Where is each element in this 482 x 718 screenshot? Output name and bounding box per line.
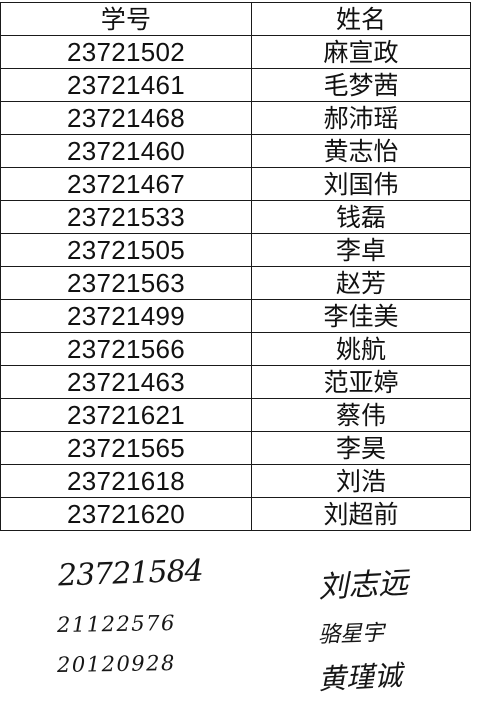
header-name: 姓名 [251,2,471,36]
student-name-cell: 刘国伟 [251,167,471,201]
table-row: 23721461 毛梦茜 [0,68,471,102]
header-student-id: 学号 [0,2,252,36]
student-id-cell: 23721620 [0,497,252,531]
student-roster-table: 学号 姓名 23721502 麻宣政 23721461 毛梦茜 23721468… [0,2,471,531]
handwritten-name: 骆星宇 [317,620,385,649]
student-name-cell: 钱磊 [251,200,471,234]
table-row: 23721502 麻宣政 [0,35,471,69]
student-name-cell: 李卓 [251,233,471,267]
handwritten-name: 刘志远 [317,565,410,606]
table-row: 23721505 李卓 [0,233,471,267]
table-row: 23721618 刘浩 [0,464,471,498]
roster-page: 学号 姓名 23721502 麻宣政 23721461 毛梦茜 23721468… [0,0,482,718]
student-id-cell: 23721565 [0,431,252,465]
table-header-row: 学号 姓名 [0,2,471,36]
student-name-cell: 范亚婷 [251,365,471,399]
student-name-cell: 郝沛瑶 [251,101,471,135]
student-id-cell: 23721502 [0,35,252,69]
student-name-cell: 李昊 [251,431,471,465]
student-name-cell: 李佳美 [251,299,471,333]
student-id-cell: 23721533 [0,200,252,234]
student-name-cell: 蔡伟 [251,398,471,432]
student-id-cell: 23721621 [0,398,252,432]
student-id-cell: 23721566 [0,332,252,366]
student-name-cell: 麻宣政 [251,35,471,69]
table-row: 23721566 姚航 [0,332,471,366]
handwritten-name: 黄瑾诚 [317,658,403,697]
table-row: 23721533 钱磊 [0,200,471,234]
student-id-cell: 23721461 [0,68,252,102]
student-name-cell: 刘超前 [251,497,471,531]
student-id-cell: 23721499 [0,299,252,333]
student-id-cell: 23721618 [0,464,252,498]
student-id-cell: 23721468 [0,101,252,135]
student-name-cell: 黄志怡 [251,134,471,168]
table-row: 23721460 黄志怡 [0,134,471,168]
student-name-cell: 刘浩 [251,464,471,498]
table-row: 23721621 蔡伟 [0,398,471,432]
table-row: 23721463 范亚婷 [0,365,471,399]
student-id-cell: 23721467 [0,167,252,201]
student-id-cell: 23721460 [0,134,252,168]
student-name-cell: 赵芳 [251,266,471,300]
handwritten-student-id: 20120928 [56,650,177,678]
table-row: 23721565 李昊 [0,431,471,465]
student-id-cell: 23721463 [0,365,252,399]
table-row: 23721620 刘超前 [0,497,471,531]
handwritten-student-id: 23721584 [57,553,204,594]
table-row: 23721499 李佳美 [0,299,471,333]
table-row: 23721467 刘国伟 [0,167,471,201]
student-name-cell: 姚航 [251,332,471,366]
student-id-cell: 23721563 [0,266,252,300]
student-name-cell: 毛梦茜 [251,68,471,102]
table-row: 23721468 郝沛瑶 [0,101,471,135]
table-row: 23721563 赵芳 [0,266,471,300]
student-id-cell: 23721505 [0,233,252,267]
handwritten-student-id: 21122576 [56,610,177,638]
